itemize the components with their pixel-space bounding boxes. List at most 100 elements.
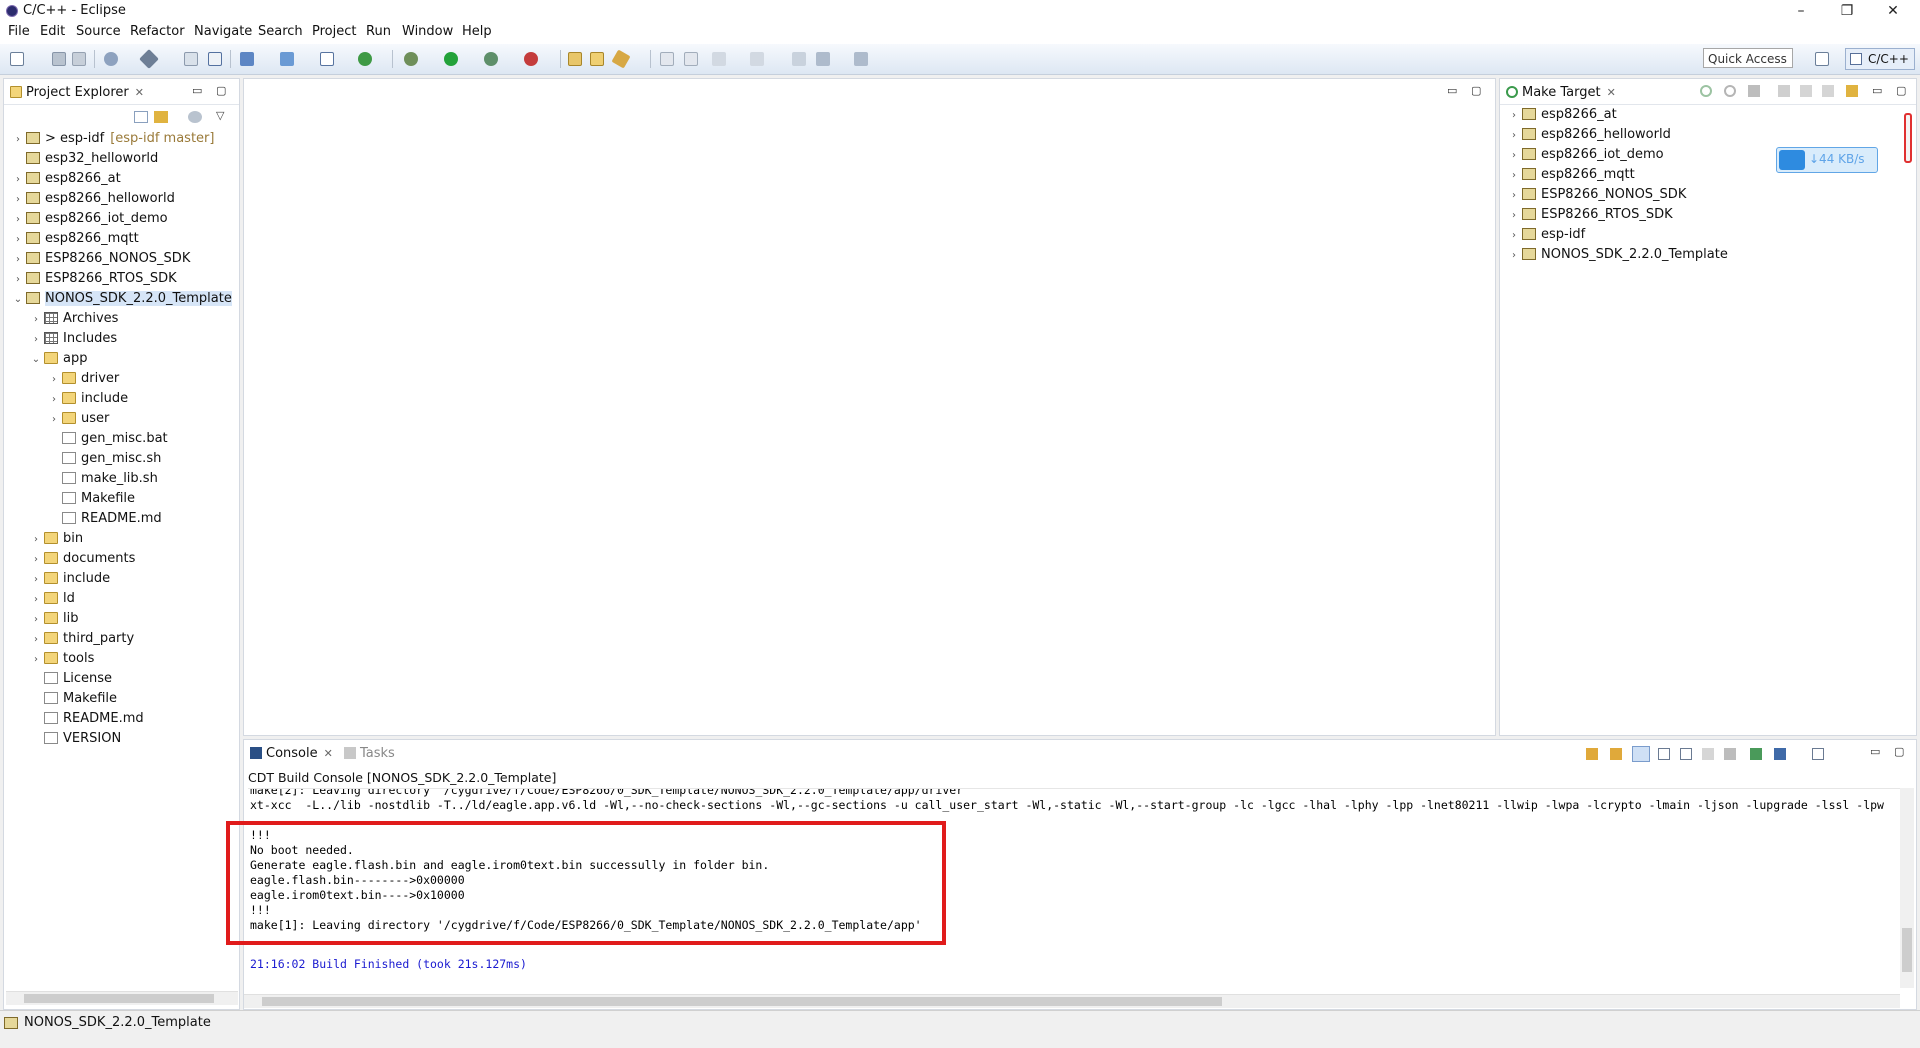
chevron-right-icon[interactable]: › xyxy=(46,410,62,430)
tree-item[interactable]: › documents xyxy=(10,549,235,569)
tree-item[interactable]: › ESP8266_RTOS_SDK xyxy=(10,269,235,289)
tree-item[interactable]: gen_misc.bat xyxy=(10,429,235,449)
tab-console[interactable]: Console ✕ xyxy=(250,744,333,764)
new-class-icon[interactable] xyxy=(320,52,334,66)
tree-item[interactable]: › esp8266_at xyxy=(10,169,235,189)
chevron-right-icon[interactable]: › xyxy=(28,530,44,550)
back-arrow-icon[interactable] xyxy=(816,52,830,66)
close-tab-icon[interactable]: ✕ xyxy=(135,86,144,99)
chevron-right-icon[interactable]: › xyxy=(10,170,26,190)
new-icon[interactable] xyxy=(10,52,24,66)
tree-item[interactable]: › lib xyxy=(10,609,235,629)
tree-item[interactable]: › include xyxy=(10,569,235,589)
console-horizontal-scrollbar[interactable] xyxy=(244,994,1900,1008)
make-target-item[interactable]: › ESP8266_RTOS_SDK xyxy=(1506,205,1836,225)
minimize-button[interactable]: – xyxy=(1778,0,1824,22)
tree-item[interactable]: › > esp-idf [esp-idf master] xyxy=(10,129,235,149)
edit-target-icon[interactable] xyxy=(1748,85,1760,97)
remove-icon[interactable] xyxy=(1724,748,1736,760)
tree-item[interactable]: › esp8266_mqtt xyxy=(10,229,235,249)
toggle-block-icon[interactable] xyxy=(684,52,698,66)
chevron-right-icon[interactable]: › xyxy=(28,590,44,610)
chevron-right-icon[interactable]: › xyxy=(46,370,62,390)
chevron-down-icon[interactable]: ⌄ xyxy=(10,290,26,310)
open-type-icon[interactable] xyxy=(568,52,582,66)
menu-file[interactable]: File xyxy=(8,24,30,39)
minimize-view-icon[interactable]: ▭ xyxy=(1870,745,1880,758)
make-target-item[interactable]: › esp8266_at xyxy=(1506,105,1836,125)
horizontal-scrollbar[interactable] xyxy=(6,991,238,1005)
next-annotation-icon[interactable] xyxy=(712,52,726,66)
console-vertical-scrollbar[interactable] xyxy=(1900,788,1914,988)
tree-item[interactable]: › ESP8266_NONOS_SDK xyxy=(10,249,235,269)
external-tools-icon[interactable] xyxy=(524,52,538,66)
home-icon[interactable] xyxy=(1778,85,1790,97)
build-all-icon[interactable] xyxy=(184,52,198,66)
clear-icon[interactable] xyxy=(1702,748,1714,760)
tree-item[interactable]: Makefile xyxy=(10,489,235,509)
close-tab-icon[interactable]: ✕ xyxy=(1607,86,1616,99)
refresh-icon[interactable] xyxy=(358,52,372,66)
tab-project-explorer[interactable]: Project Explorer ✕ xyxy=(10,83,144,103)
perspective-cpp-button[interactable]: C/C++ xyxy=(1845,48,1915,70)
build-hammer-icon[interactable] xyxy=(139,49,159,69)
chevron-right-icon[interactable]: › xyxy=(10,130,26,150)
chevron-right-icon[interactable]: › xyxy=(28,630,44,650)
tree-item[interactable]: › third_party xyxy=(10,629,235,649)
tree-item[interactable]: › esp8266_helloworld xyxy=(10,189,235,209)
tab-make-target[interactable]: Make Target ✕ xyxy=(1506,83,1616,103)
coverage-icon[interactable] xyxy=(484,52,498,66)
new-folder-icon[interactable] xyxy=(280,52,294,66)
prev-annotation-icon[interactable] xyxy=(750,52,764,66)
link-editor-icon[interactable] xyxy=(154,111,168,123)
tree-item[interactable]: README.md xyxy=(10,509,235,529)
chevron-right-icon[interactable]: › xyxy=(1506,166,1522,186)
tree-item[interactable]: › driver xyxy=(10,369,235,389)
close-tab-icon[interactable]: ✕ xyxy=(324,747,333,760)
chevron-right-icon[interactable]: › xyxy=(28,650,44,670)
tree-item[interactable]: › bin xyxy=(10,529,235,549)
chevron-right-icon[interactable]: › xyxy=(1506,246,1522,266)
network-speed-widget[interactable]: ↓44 KB/s xyxy=(1776,147,1878,173)
tree-item[interactable]: › Includes xyxy=(10,329,235,349)
copy-icon[interactable] xyxy=(1658,748,1670,760)
chevron-right-icon[interactable]: › xyxy=(1506,126,1522,146)
minimize-editor-icon[interactable]: ▭ xyxy=(1447,84,1457,97)
save-all-icon[interactable] xyxy=(72,52,86,66)
menu-run[interactable]: Run xyxy=(366,24,391,39)
debug-bug-icon[interactable] xyxy=(404,52,418,66)
run-icon[interactable] xyxy=(444,52,458,66)
pin-icon[interactable] xyxy=(208,52,222,66)
tree-item[interactable]: › Archives xyxy=(10,309,235,329)
minimize-view-icon[interactable]: ▭ xyxy=(192,84,202,97)
menu-window[interactable]: Window xyxy=(402,24,453,39)
tree-item[interactable]: make_lib.sh xyxy=(10,469,235,489)
tree-item[interactable]: ⌄ NONOS_SDK_2.2.0_Template xyxy=(10,289,235,309)
scroll-thumb[interactable] xyxy=(1902,928,1912,972)
chevron-right-icon[interactable]: › xyxy=(28,550,44,570)
menu-help[interactable]: Help xyxy=(462,24,492,39)
tree-item[interactable]: Makefile xyxy=(10,689,235,709)
collapse-all-icon[interactable] xyxy=(134,111,148,123)
quick-access-input[interactable]: Quick Access xyxy=(1703,48,1793,68)
chevron-right-icon[interactable]: › xyxy=(10,210,26,230)
maximize-view-icon[interactable]: ▢ xyxy=(1896,84,1906,97)
chevron-right-icon[interactable]: › xyxy=(10,270,26,290)
tree-item[interactable]: esp32_helloworld xyxy=(10,149,235,169)
tree-item[interactable]: VERSION xyxy=(10,729,235,749)
tree-item[interactable]: README.md xyxy=(10,709,235,729)
save-icon[interactable] xyxy=(52,52,66,66)
back-icon[interactable] xyxy=(1800,85,1812,97)
last-edit-icon[interactable] xyxy=(792,52,806,66)
vertical-scrollbar[interactable] xyxy=(1904,113,1912,163)
maximize-editor-icon[interactable]: ▢ xyxy=(1471,84,1481,97)
minimize-view-icon[interactable]: ▭ xyxy=(1872,84,1882,97)
open-perspective-icon[interactable] xyxy=(1815,52,1829,66)
scroll-up-arrow-icon[interactable] xyxy=(1610,748,1622,760)
menu-edit[interactable]: Edit xyxy=(40,24,65,39)
toggle-mark-icon[interactable] xyxy=(660,52,674,66)
filter-icon[interactable] xyxy=(188,111,202,123)
tree-item[interactable]: › include xyxy=(10,389,235,409)
chevron-right-icon[interactable]: › xyxy=(1506,226,1522,246)
restore-button[interactable]: ❐ xyxy=(1824,0,1870,22)
